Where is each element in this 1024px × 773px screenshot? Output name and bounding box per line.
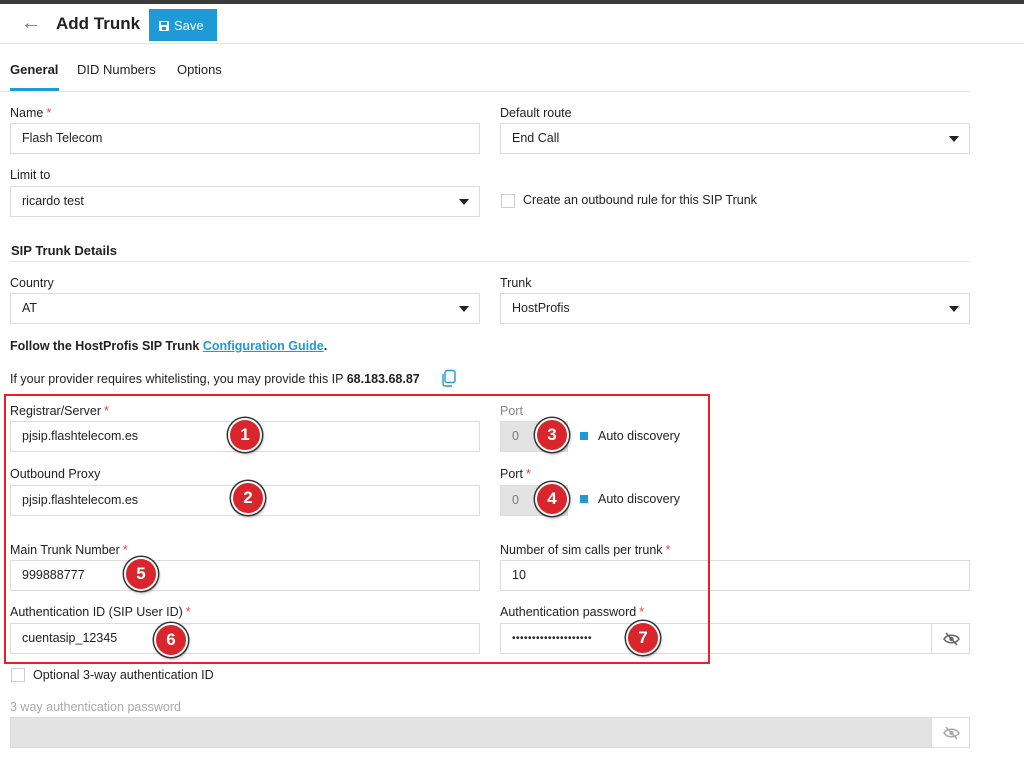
country-select[interactable]: AT — [10, 293, 480, 324]
default-route-label: Default route — [500, 106, 572, 120]
name-input[interactable]: Flash Telecom — [10, 123, 480, 154]
outbound-rule-checkbox[interactable] — [501, 194, 515, 208]
save-button[interactable]: Save — [149, 9, 217, 41]
annotation-marker-4: 4 — [535, 482, 569, 516]
floppy-disk-icon — [159, 20, 169, 31]
auto-discovery-checkbox-2[interactable] — [577, 492, 591, 506]
auth-password-input[interactable]: •••••••••••••••••••• — [500, 623, 932, 654]
proxy-port-label: Port * — [500, 467, 531, 481]
tab-options[interactable]: Options — [177, 62, 222, 77]
optional-3way-label: Optional 3-way authentication ID — [33, 668, 214, 682]
sip-section-title: SIP Trunk Details — [11, 243, 117, 258]
toggle-3way-password-button[interactable] — [931, 717, 970, 748]
limit-to-label: Limit to — [10, 168, 51, 182]
country-label: Country — [10, 276, 54, 290]
outbound-proxy-label: Outbound Proxy — [10, 467, 101, 481]
page-header: ← Add Trunk Save — [0, 4, 1024, 44]
annotation-marker-3: 3 — [535, 418, 569, 452]
default-route-select[interactable]: End Call — [500, 123, 970, 154]
eye-slash-icon — [943, 726, 960, 740]
annotation-marker-6: 6 — [154, 623, 188, 657]
name-label: Name * — [10, 106, 52, 120]
auto-discovery-label-1: Auto discovery — [598, 429, 680, 443]
limit-to-select[interactable]: ricardo test — [10, 186, 480, 217]
annotation-marker-7: 7 — [626, 621, 660, 655]
auto-discovery-label-2: Auto discovery — [598, 492, 680, 506]
page-title: Add Trunk — [56, 14, 141, 33]
sim-calls-label: Number of sim calls per trunk * — [500, 543, 671, 557]
copy-icon[interactable] — [439, 369, 458, 388]
three-way-password-input[interactable] — [10, 717, 932, 748]
annotation-marker-5: 5 — [124, 557, 158, 591]
auth-password-label: Authentication password * — [500, 605, 645, 619]
toggle-password-button[interactable] — [931, 623, 970, 654]
whitelist-ip-text: If your provider requires whitelisting, … — [10, 372, 420, 386]
registrar-port-label: Port — [500, 404, 523, 418]
annotation-marker-2: 2 — [231, 481, 265, 515]
registrar-label: Registrar/Server * — [10, 404, 109, 418]
auto-discovery-checkbox-1[interactable] — [577, 429, 591, 443]
three-way-password-label: 3 way authentication password — [10, 700, 181, 714]
configuration-guide-link[interactable]: Configuration Guide — [203, 339, 324, 353]
tab-general[interactable]: General — [10, 62, 58, 77]
auth-id-label: Authentication ID (SIP User ID) * — [10, 605, 191, 619]
section-divider — [10, 261, 970, 262]
eye-slash-icon — [943, 632, 960, 646]
sim-calls-input[interactable]: 10 — [500, 560, 970, 591]
annotation-marker-1: 1 — [228, 418, 262, 452]
active-tab-indicator — [10, 88, 59, 91]
tab-did-numbers[interactable]: DID Numbers — [77, 62, 156, 77]
configuration-guide-text: Follow the HostProfis SIP Trunk Configur… — [10, 339, 328, 353]
main-number-label: Main Trunk Number * — [10, 543, 128, 557]
trunk-select[interactable]: HostProfis — [500, 293, 970, 324]
auth-id-input[interactable]: cuentasip_12345 — [10, 623, 480, 654]
save-button-label: Save — [174, 17, 204, 33]
main-number-input[interactable]: 999888777 — [10, 560, 480, 591]
outbound-rule-label: Create an outbound rule for this SIP Tru… — [523, 193, 757, 207]
trunk-label: Trunk — [500, 276, 532, 290]
back-arrow-icon[interactable]: ← — [20, 13, 42, 35]
optional-3way-checkbox[interactable] — [11, 668, 25, 682]
whitelist-ip-value: 68.183.68.87 — [346, 372, 420, 386]
tab-bar: General DID Numbers Options — [0, 44, 970, 92]
